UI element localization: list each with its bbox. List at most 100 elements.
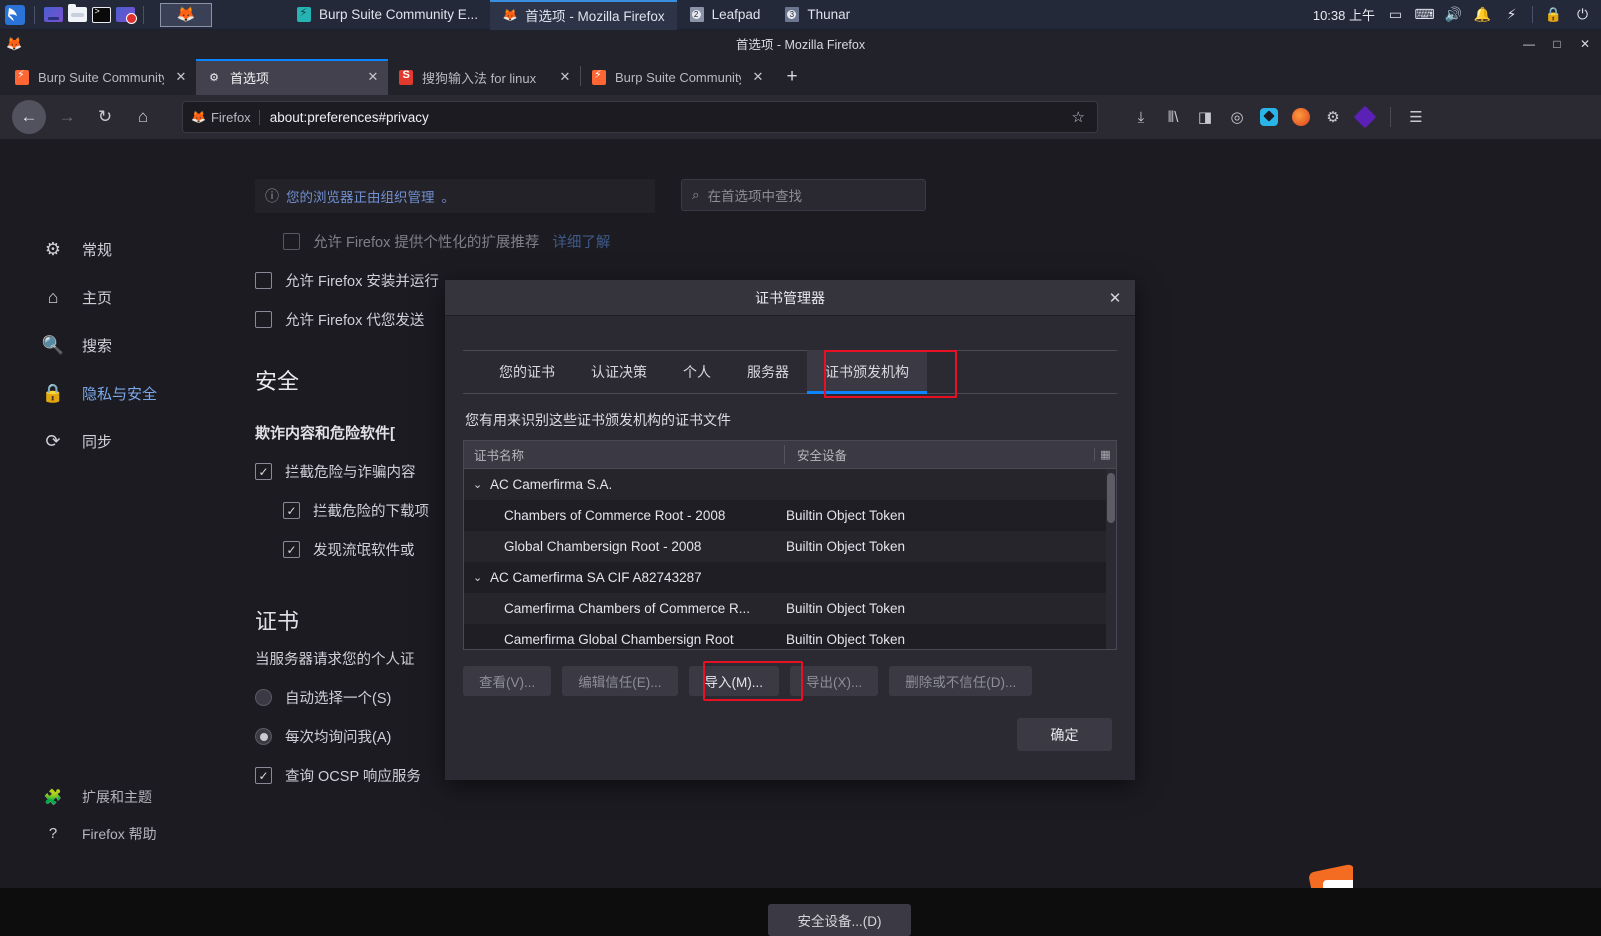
display-icon[interactable]: ▭	[1387, 6, 1404, 23]
identity-box[interactable]: 🦊 Firefox	[191, 109, 260, 125]
checkbox[interactable]	[283, 541, 300, 558]
checkbox[interactable]	[255, 767, 272, 784]
back-button[interactable]: ←	[12, 100, 46, 134]
tab-burp-2[interactable]: Burp Suite Community E ✕	[581, 59, 773, 95]
power-bolt-icon[interactable]: ⚡	[1503, 6, 1520, 23]
cert-name-text: AC Camerfirma S.A.	[490, 477, 613, 492]
ok-button[interactable]: 确定	[1017, 718, 1112, 751]
downloads-icon[interactable]: ⤓	[1130, 106, 1152, 128]
sidebar-item-search[interactable]: 🔍 搜索	[0, 321, 248, 369]
tab-authorities[interactable]: 证书颁发机构	[807, 350, 927, 394]
sidebar-item-label: 扩展和主题	[82, 788, 152, 805]
kali-dragon-icon[interactable]	[2, 2, 28, 28]
tab-close-icon[interactable]: ✕	[172, 68, 190, 86]
radio-button[interactable]	[255, 728, 272, 745]
table-row-group[interactable]: ⌄ AC Camerfirma SA CIF A82743287	[464, 562, 1116, 593]
account-icon[interactable]: ◎	[1226, 106, 1248, 128]
window-controls: — □ ✕	[1515, 31, 1601, 57]
column-picker-icon[interactable]: ▦	[1094, 448, 1116, 461]
checkbox[interactable]	[283, 502, 300, 519]
home-button[interactable]: ⌂	[126, 100, 160, 134]
launcher-filemanager[interactable]	[65, 4, 89, 26]
burp-icon	[591, 68, 607, 85]
delete-or-distrust-button[interactable]: 删除或不信任(D)...	[889, 666, 1033, 696]
panel-tray: 10:38 上午 ▭ ⌨ 🔊 🔔 ⚡ 🔒 ⏻	[1313, 5, 1601, 24]
table-scrollbar[interactable]	[1106, 469, 1116, 649]
tab-close-icon[interactable]: ✕	[749, 68, 767, 86]
checkbox[interactable]	[283, 233, 300, 250]
dialog-close-icon[interactable]: ✕	[1105, 288, 1125, 308]
table-row[interactable]: Chambers of Commerce Root - 2008 Builtin…	[464, 500, 1116, 531]
extension-sync-icon[interactable]	[1258, 106, 1280, 128]
view-button[interactable]: 查看(V)...	[463, 666, 552, 696]
table-row-group[interactable]: ⌄ AC Camerfirma S.A.	[464, 469, 1116, 500]
launcher-terminal[interactable]	[89, 4, 113, 26]
column-header-device[interactable]: 安全设备	[784, 445, 1094, 464]
logout-icon[interactable]: ⏻	[1574, 6, 1591, 23]
certificate-table[interactable]: 证书名称 安全设备 ▦ ⌄ AC Camerfirma S.A. Chamber…	[463, 440, 1117, 650]
launcher-firefox[interactable]: 🦊	[160, 2, 212, 27]
tab-people[interactable]: 个人	[665, 350, 729, 393]
tab-servers[interactable]: 服务器	[729, 350, 807, 393]
app-menu-icon[interactable]: ☰	[1405, 106, 1427, 128]
table-row[interactable]: Camerfirma Chambers of Commerce R... Bui…	[464, 593, 1116, 624]
table-row[interactable]: Global Chambersign Root - 2008 Builtin O…	[464, 531, 1116, 562]
preferences-search-input[interactable]: ⌕ 在首选项中查找	[681, 179, 926, 211]
tab-authentication-decisions[interactable]: 认证决策	[573, 350, 665, 393]
minimize-button[interactable]: —	[1515, 31, 1543, 57]
checkbox[interactable]	[255, 311, 272, 328]
dialog-description: 您有用来识别这些证书颁发机构的证书文件	[465, 412, 731, 428]
edit-trust-button[interactable]: 编辑信任(E)...	[562, 666, 678, 696]
tab-your-certificates[interactable]: 您的证书	[481, 350, 573, 393]
checkbox[interactable]	[255, 272, 272, 289]
volume-icon[interactable]: 🔊	[1445, 6, 1462, 23]
bookmark-star-icon[interactable]: ☆	[1068, 108, 1089, 126]
checkbox[interactable]	[255, 463, 272, 480]
url-text[interactable]: about:preferences#privacy	[260, 110, 1068, 125]
taskbar-item-firefox[interactable]: 🦊 首选项 - Mozilla Firefox	[490, 0, 677, 30]
url-bar[interactable]: 🦊 Firefox about:preferences#privacy ☆	[182, 101, 1098, 133]
extension-purple-icon[interactable]	[1353, 105, 1377, 129]
tab-preferences[interactable]: ⚙ 首选项 ✕	[196, 59, 388, 95]
forward-button[interactable]: →	[50, 100, 84, 134]
radio-button[interactable]	[255, 689, 272, 706]
chevron-down-icon[interactable]: ⌄	[473, 478, 487, 491]
extension-gear-icon[interactable]: ⚙	[1322, 106, 1344, 128]
launcher-files[interactable]	[41, 4, 65, 26]
tab-close-icon[interactable]: ✕	[556, 68, 574, 86]
sidebar-icon[interactable]: ◨	[1194, 106, 1216, 128]
taskbar-item-thunar[interactable]: Thunar	[772, 0, 862, 30]
sidebar-item-firefox-help[interactable]: ? Firefox 帮助	[0, 815, 248, 852]
new-tab-button[interactable]: +	[777, 62, 807, 92]
close-button[interactable]: ✕	[1571, 31, 1599, 57]
sidebar-item-general[interactable]: ⚙ 常规	[0, 225, 248, 273]
taskbar-item-burp-1[interactable]: Burp Suite Community E...	[284, 0, 490, 30]
sidebar-item-sync[interactable]: ⟳ 同步	[0, 417, 248, 465]
export-button[interactable]: 导出(X)...	[790, 666, 879, 696]
lock-icon[interactable]: 🔒	[1545, 6, 1562, 23]
sidebar-item-privacy-security[interactable]: 🔒 隐私与安全	[0, 369, 248, 417]
tab-label: 搜狗输入法 for linux	[422, 70, 537, 86]
checkbox-row-extension-recommend[interactable]: 允许 Firefox 提供个性化的扩展推荐 详细了解	[255, 231, 1355, 252]
tab-sogou[interactable]: 搜狗输入法 for linux ✕	[388, 59, 580, 95]
column-header-name[interactable]: 证书名称	[464, 445, 784, 464]
import-button[interactable]: 导入(M)...	[688, 666, 779, 696]
notification-bell-icon[interactable]: 🔔	[1474, 6, 1491, 23]
keyboard-icon[interactable]: ⌨	[1414, 6, 1434, 23]
extension-orange-icon[interactable]	[1290, 106, 1312, 128]
library-icon[interactable]: ⦀\	[1162, 106, 1184, 128]
reload-button[interactable]: ↻	[88, 100, 122, 134]
scrollbar-thumb[interactable]	[1107, 473, 1115, 523]
chevron-down-icon[interactable]: ⌄	[473, 571, 487, 584]
taskbar-item-leafpad[interactable]: Leafpad	[677, 0, 773, 30]
table-row[interactable]: Camerfirma Global Chambersign Root Built…	[464, 624, 1116, 649]
tab-burp-1[interactable]: Burp Suite Community E ✕	[4, 59, 196, 95]
tab-close-icon[interactable]: ✕	[364, 68, 382, 86]
sidebar-item-home[interactable]: ⌂ 主页	[0, 273, 248, 321]
sidebar-item-extensions-themes[interactable]: 🧩 扩展和主题	[0, 778, 248, 815]
security-devices-button[interactable]: 安全设备...(D)	[768, 904, 911, 936]
checkbox-label: 拦截危险的下载项	[313, 504, 429, 520]
maximize-button[interactable]: □	[1543, 31, 1571, 57]
learn-more-link[interactable]: 详细了解	[552, 231, 610, 252]
launcher-screenrecord[interactable]	[113, 4, 137, 26]
